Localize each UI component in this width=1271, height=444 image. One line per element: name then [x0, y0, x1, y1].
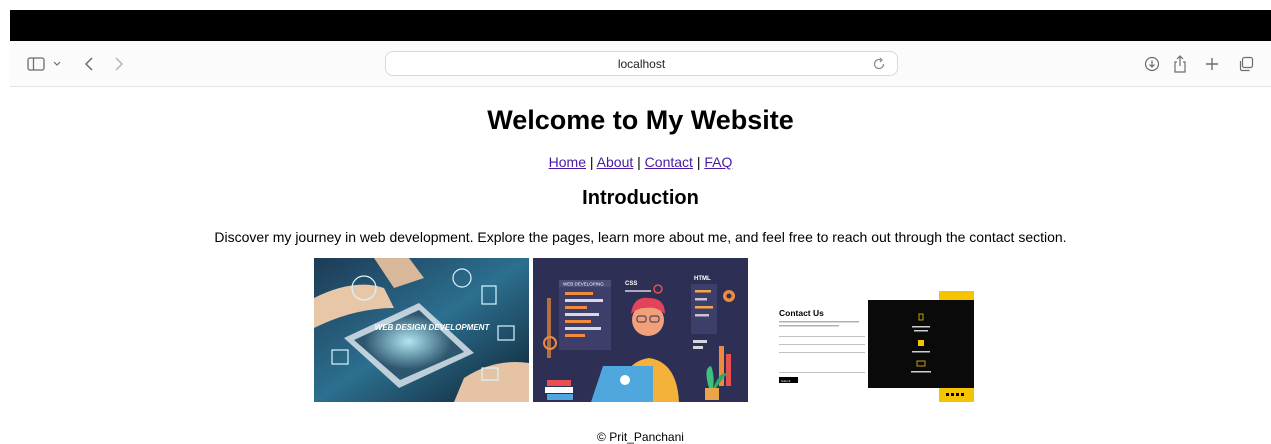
contact-us-image: Contact Us Submit	[764, 258, 974, 402]
forward-icon[interactable]	[112, 53, 126, 75]
browser-toolbar: localhost	[10, 41, 1271, 87]
web-developing-image: WEB DEVELOPING CSS HTML	[533, 258, 748, 402]
section-title: Introduction	[582, 187, 699, 209]
nav-separator: |	[589, 154, 594, 170]
share-icon[interactable]	[1171, 53, 1189, 75]
page-title: Welcome to My Website	[487, 105, 794, 135]
page-content: Welcome to My Website Home | About | Con…	[10, 88, 1271, 444]
image-gallery: WEB DESIGN DEVELOPMENT WEB DEVELOPING CS…	[314, 258, 974, 402]
sidebar-icon[interactable]	[26, 53, 46, 75]
nav-separator: |	[696, 154, 701, 170]
window-top-bar	[10, 10, 1271, 41]
nav-link-contact[interactable]: Contact	[645, 154, 693, 170]
reload-icon[interactable]	[871, 56, 887, 72]
address-bar[interactable]: localhost	[385, 51, 898, 76]
nav-link-home[interactable]: Home	[549, 154, 586, 170]
intro-text: Discover my journey in web development. …	[214, 229, 1067, 245]
nav-link-about[interactable]: About	[597, 154, 634, 170]
nav-separator: |	[637, 154, 641, 170]
web-design-image-caption: WEB DESIGN DEVELOPMENT	[375, 323, 491, 332]
back-icon[interactable]	[82, 53, 96, 75]
url-text: localhost	[617, 57, 666, 71]
nav-link-faq[interactable]: FAQ	[704, 154, 732, 170]
html-label: HTML	[694, 276, 711, 282]
main-nav: Home | About | Contact | FAQ	[10, 154, 1271, 170]
contact-submit-label: Submit	[781, 379, 791, 383]
tabs-overview-icon[interactable]	[1237, 53, 1255, 75]
chevron-down-icon[interactable]	[52, 53, 62, 75]
download-icon[interactable]	[1143, 53, 1161, 75]
plus-icon[interactable]	[1203, 53, 1221, 75]
footer-copyright: © Prit_Panchani	[597, 430, 684, 444]
css-label: CSS	[625, 281, 637, 287]
contact-us-heading: Contact Us	[779, 308, 824, 318]
web-design-image: WEB DESIGN DEVELOPMENT	[314, 258, 529, 402]
web-developing-label: WEB DEVELOPING	[563, 282, 604, 287]
